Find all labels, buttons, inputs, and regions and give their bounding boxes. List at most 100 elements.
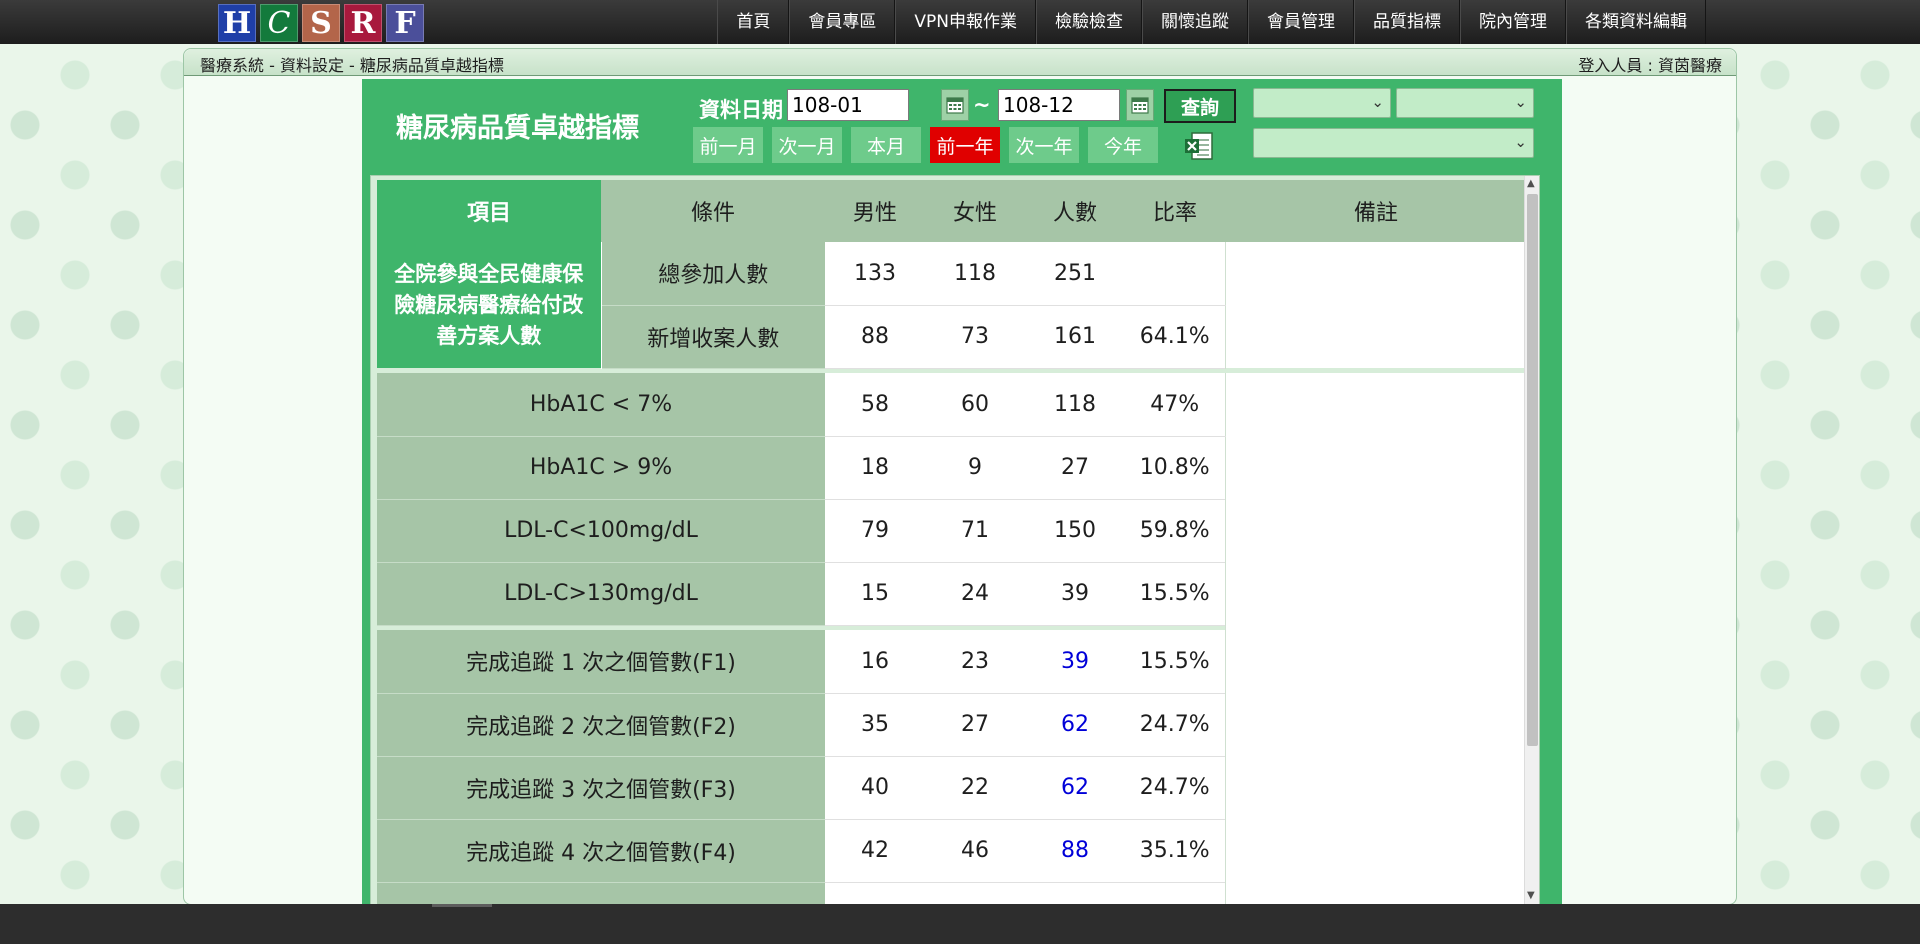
male-cell: 35	[825, 693, 925, 757]
condition-cell: 總參加人數	[601, 242, 825, 306]
header-ratio: 比率	[1125, 180, 1225, 242]
calendar-to-button[interactable]	[1126, 89, 1154, 121]
female-cell: 60	[925, 373, 1025, 437]
header-female: 女性	[925, 180, 1025, 242]
female-cell: 46	[925, 819, 1025, 883]
condition-cell: 完成追蹤 1 次之個管數(F1)	[377, 630, 825, 694]
prev-month-button[interactable]: 前一月	[693, 127, 763, 163]
ratio-cell: 59.8%	[1125, 499, 1225, 563]
ratio-cell: 15.5%	[1125, 630, 1225, 694]
calendar-from-button[interactable]	[941, 89, 969, 121]
nav-item-member-area[interactable]: 會員專區	[789, 0, 896, 44]
chevron-down-icon: ⌄	[1514, 93, 1527, 111]
condition-cell: 完成追蹤 4 次之個管數(F4)	[377, 819, 825, 883]
prev-year-button[interactable]: 前一年	[930, 127, 1000, 163]
female-cell: 24	[925, 562, 1025, 626]
app-switcher: H C S R F	[218, 4, 424, 42]
taskbar	[0, 904, 1920, 944]
nav-item-data-editing[interactable]: 各類資料編輯	[1566, 0, 1706, 44]
total-cell: 27	[1025, 436, 1125, 500]
nav-item-home[interactable]: 首頁	[717, 0, 790, 44]
header-total: 人數	[1025, 180, 1125, 242]
ratio-cell: 15.5%	[1125, 562, 1225, 626]
nav-item-lab-tests[interactable]: 檢驗檢查	[1036, 0, 1142, 44]
scroll-down-icon[interactable]: ▼	[1527, 891, 1535, 901]
app-c-button[interactable]: C	[260, 4, 298, 42]
female-cell: 22	[925, 756, 1025, 820]
male-cell: 88	[825, 305, 925, 369]
next-month-button[interactable]: 次一月	[772, 127, 842, 163]
female-cell: 23	[925, 630, 1025, 694]
male-cell: 79	[825, 499, 925, 563]
table-row: 全院參與全民健康保險糖尿病醫療給付改善方案人數 總參加人數 133 118 25…	[377, 242, 1527, 368]
excel-export-icon[interactable]	[1184, 131, 1214, 161]
app-s-button[interactable]: S	[302, 4, 340, 42]
female-cell: 118	[925, 242, 1025, 306]
table-scroll-area[interactable]: 項目 條件 男性 女性 人數 比率 備註 全院參與全民健康保險糖尿病醫療給付改善…	[370, 175, 1540, 906]
total-link[interactable]: 62	[1025, 756, 1125, 820]
total-link[interactable]: 62	[1025, 693, 1125, 757]
ratio-cell: 35.1%	[1125, 819, 1225, 883]
total-cell: 118	[1025, 373, 1125, 437]
taskbar-indicator	[432, 904, 492, 907]
group-label-participants: 全院參與全民健康保險糖尿病醫療給付改善方案人數	[377, 242, 602, 368]
nav-item-member-management[interactable]: 會員管理	[1248, 0, 1354, 44]
query-button[interactable]: 查詢	[1164, 89, 1236, 123]
total-link[interactable]: 39	[1025, 630, 1125, 694]
date-to-input[interactable]	[998, 89, 1120, 121]
total-cell: 150	[1025, 499, 1125, 563]
app-f-button[interactable]: F	[386, 4, 424, 42]
male-cell: 15	[825, 562, 925, 626]
nav-item-internal-management[interactable]: 院內管理	[1460, 0, 1566, 44]
male-cell: 16	[825, 630, 925, 694]
nav-item-vpn-report[interactable]: VPN申報作業	[895, 0, 1036, 44]
total-cell	[1025, 882, 1125, 905]
female-cell: 9	[925, 436, 1025, 500]
app-r-button[interactable]: R	[344, 4, 382, 42]
scrollbar-thumb[interactable]	[1527, 194, 1538, 746]
total-link[interactable]: 88	[1025, 819, 1125, 883]
main-nav: 首頁 會員專區 VPN申報作業 檢驗檢查 關懷追蹤 會員管理 品質指標 院內管理…	[717, 0, 1706, 44]
table-header-row: 項目 條件 男性 女性 人數 比率 備註	[377, 180, 1527, 242]
note-cell	[1224, 242, 1527, 368]
ratio-cell	[1125, 882, 1225, 905]
main-container: 醫療系統 - 資料設定 - 糖尿病品質卓越指標 登入人員 : 資茵醫療 糖尿病品…	[183, 48, 1737, 906]
filter-select-1[interactable]: ⌄	[1253, 88, 1391, 118]
male-cell: 40	[825, 756, 925, 820]
chevron-down-icon: ⌄	[1371, 93, 1384, 111]
male-cell: 58	[825, 373, 925, 437]
scroll-up-icon[interactable]: ▲	[1527, 179, 1535, 189]
nav-item-care-tracking[interactable]: 關懷追蹤	[1142, 0, 1248, 44]
condition-cell: 完成追蹤 3 次之個管數(F3)	[377, 756, 825, 820]
male-cell	[825, 882, 925, 905]
male-cell: 42	[825, 819, 925, 883]
breadcrumb-bar: 醫療系統 - 資料設定 - 糖尿病品質卓越指標 登入人員 : 資茵醫療	[184, 49, 1736, 76]
condition-cell: 完成追蹤 2 次之個管數(F2)	[377, 693, 825, 757]
table-row: HbA1C < 7% 58 60 118 47%	[377, 373, 1527, 905]
condition-cell: 新增收案人數	[601, 305, 825, 369]
this-year-button[interactable]: 今年	[1088, 127, 1158, 163]
next-year-button[interactable]: 次一年	[1009, 127, 1079, 163]
total-cell: 161	[1025, 305, 1125, 369]
filter-select-2[interactable]: ⌄	[1396, 88, 1534, 118]
calendar-icon	[1131, 97, 1149, 114]
filter-select-3[interactable]: ⌄	[1253, 128, 1534, 158]
condition-cell	[377, 882, 825, 905]
breadcrumb: 醫療系統 - 資料設定 - 糖尿病品質卓越指標	[200, 56, 504, 75]
nav-item-quality-indicators[interactable]: 品質指標	[1354, 0, 1460, 44]
condition-cell: HbA1C > 9%	[377, 436, 825, 500]
female-cell: 71	[925, 499, 1025, 563]
male-cell: 18	[825, 436, 925, 500]
vertical-scrollbar[interactable]: ▲ ▼	[1524, 176, 1539, 905]
condition-cell: LDL-C>130mg/dL	[377, 562, 825, 626]
note-cell	[1224, 373, 1527, 905]
ratio-cell: 10.8%	[1125, 436, 1225, 500]
total-cell: 251	[1025, 242, 1125, 306]
this-month-button[interactable]: 本月	[851, 127, 921, 163]
ratio-cell	[1125, 242, 1225, 306]
ratio-cell: 24.7%	[1125, 693, 1225, 757]
header-male: 男性	[825, 180, 925, 242]
date-from-input[interactable]	[787, 89, 909, 121]
app-h-button[interactable]: H	[218, 4, 256, 42]
female-cell: 27	[925, 693, 1025, 757]
